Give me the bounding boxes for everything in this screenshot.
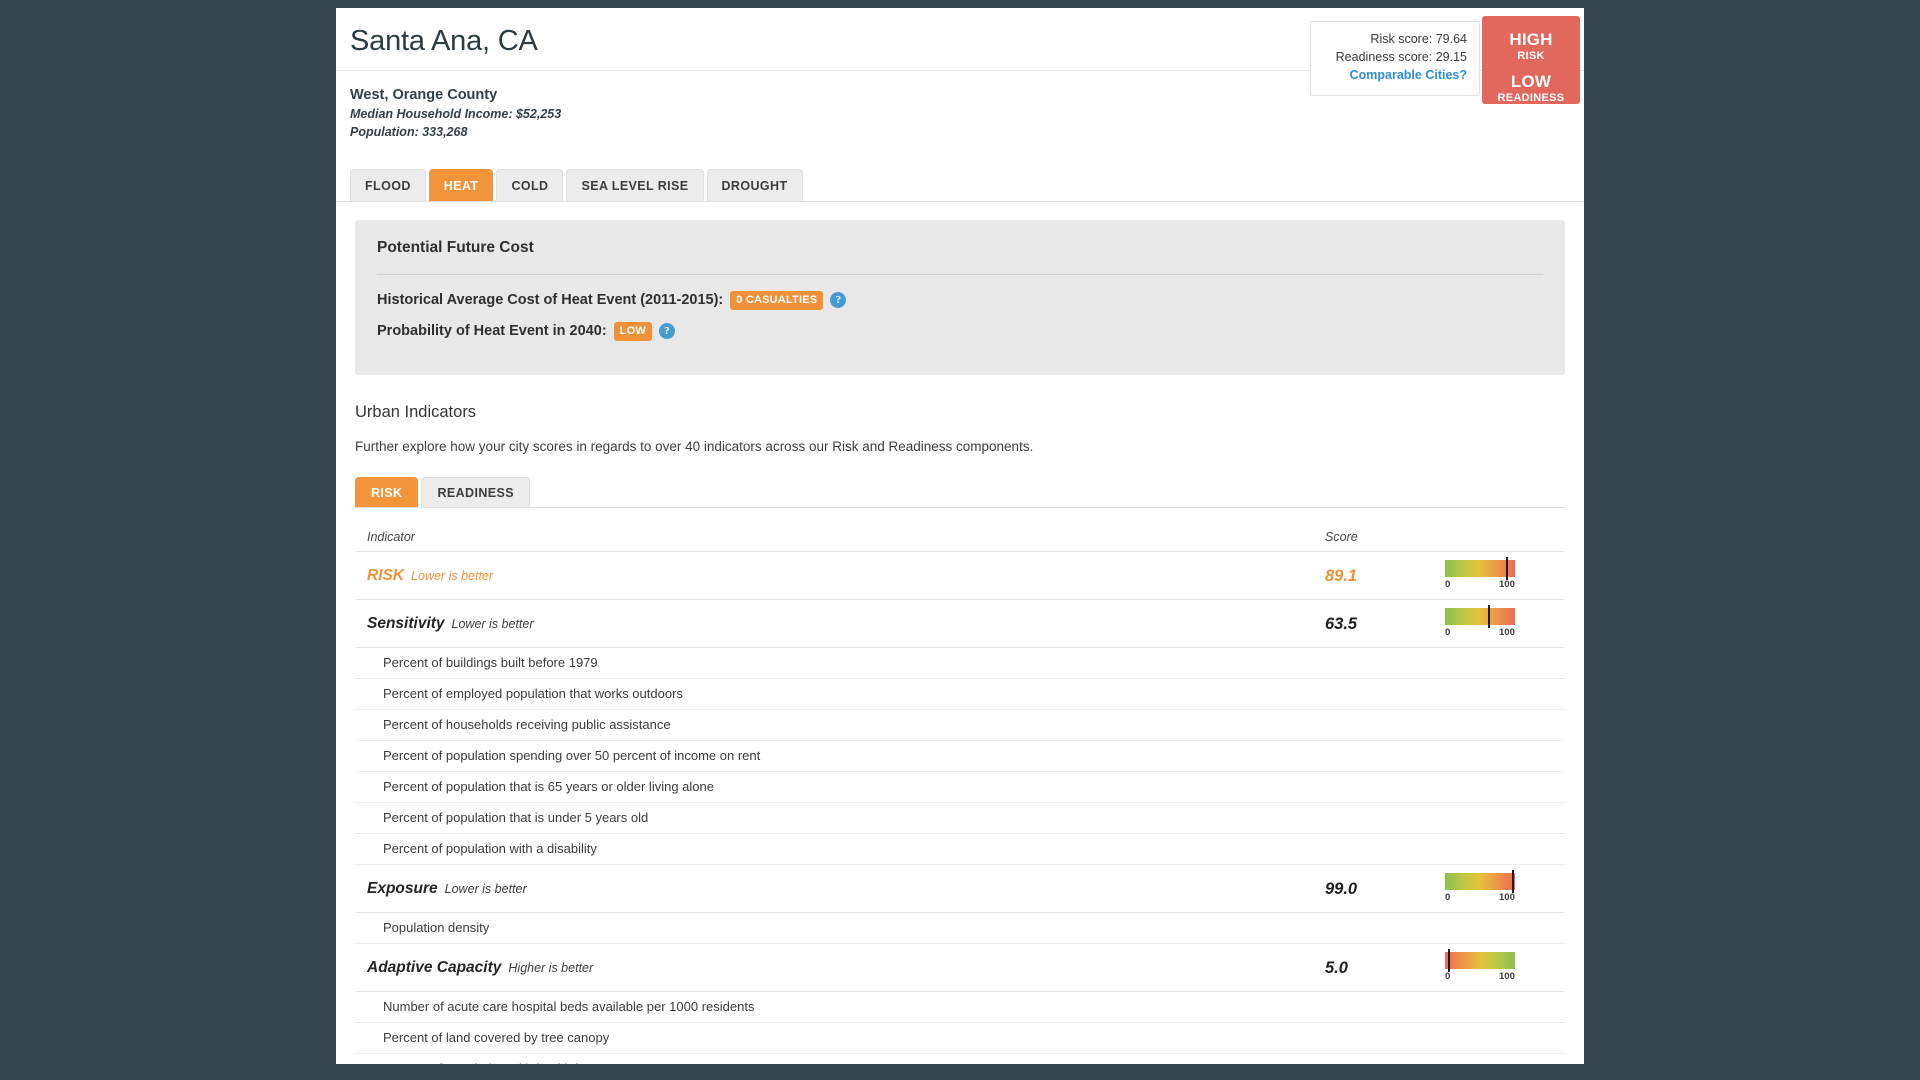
comparable-cities-link[interactable]: Comparable Cities? bbox=[1321, 66, 1467, 85]
sub-indicator-label: Percent of land covered by tree canopy bbox=[383, 1030, 610, 1045]
gauge-gradient-bar bbox=[1445, 559, 1515, 577]
hazard-tab-drought[interactable]: DROUGHT bbox=[706, 169, 803, 201]
sub-indicator-label: Percent of households receiving public a… bbox=[383, 717, 671, 732]
gauge-max-label: 100 bbox=[1499, 970, 1515, 982]
sub-indicator-label: Population density bbox=[383, 920, 490, 935]
historical-cost-row: Historical Average Cost of Heat Event (2… bbox=[377, 289, 1543, 311]
score-gauge: 0 100 bbox=[1445, 556, 1565, 592]
gauge-gradient-bar bbox=[1445, 607, 1515, 625]
hazard-tab-flood[interactable]: FLOOD bbox=[350, 169, 426, 201]
risk-readiness-badge: HIGH RISK LOW READINESS bbox=[1482, 16, 1580, 104]
column-header-score: Score bbox=[1325, 530, 1358, 544]
sub-indicator-label: Percent of population with health insura… bbox=[383, 1060, 632, 1064]
gauge-min-label: 0 bbox=[1445, 578, 1451, 590]
score-gauge: 0 100 bbox=[1445, 869, 1565, 905]
score-summary-card: Risk score: 79.64 Readiness score: 29.15… bbox=[1310, 21, 1480, 96]
city-population: Population: 333,268 bbox=[350, 125, 468, 139]
probability-row: Probability of Heat Event in 2040: LOW ? bbox=[377, 320, 1543, 342]
hazard-tabs: FLOOD HEAT COLD SEA LEVEL RISE DROUGHT bbox=[336, 169, 1584, 202]
sub-indicator-row[interactable]: Percent of employed population that work… bbox=[355, 679, 1565, 710]
column-header-indicator: Indicator bbox=[367, 530, 415, 544]
score-gauge: 0 100 bbox=[1445, 948, 1565, 984]
sub-indicator-label: Percent of buildings built before 1979 bbox=[383, 655, 598, 670]
sub-indicator-row[interactable]: Number of acute care hospital beds avail… bbox=[355, 992, 1565, 1023]
gauge-gradient-bar bbox=[1445, 872, 1515, 890]
indicator-table: Indicator Score RISK Lower is better 89.1 0… bbox=[355, 530, 1565, 1064]
indicator-name: Exposure bbox=[367, 879, 438, 897]
divider bbox=[377, 274, 1543, 275]
potential-future-cost-panel: Potential Future Cost Historical Average… bbox=[355, 220, 1565, 375]
indicator-row[interactable]: Adaptive Capacity Higher is better 5.0 0 100 bbox=[355, 944, 1565, 992]
city-profile-panel: Santa Ana, CA Risk score: 79.64 Readines… bbox=[336, 8, 1584, 1064]
gauge-min-label: 0 bbox=[1445, 626, 1451, 638]
sub-indicator-row[interactable]: Percent of population with health insura… bbox=[355, 1054, 1565, 1064]
indicator-component-tabs: RISK READINESS bbox=[355, 477, 1565, 508]
readiness-score-text: Readiness score: 29.15 bbox=[1335, 50, 1467, 64]
indicator-score-value: 89.1 bbox=[1325, 566, 1358, 585]
sub-indicator-label: Percent of population that is 65 years o… bbox=[383, 779, 714, 794]
indicator-name: RISK bbox=[367, 566, 405, 584]
help-icon[interactable]: ? bbox=[830, 292, 847, 308]
historical-cost-label: Historical Average Cost of Heat Event (2… bbox=[377, 292, 724, 308]
hazard-tab-sea-level-rise[interactable]: SEA LEVEL RISE bbox=[566, 169, 704, 201]
gauge-min-label: 0 bbox=[1445, 891, 1451, 903]
indicator-name: Adaptive Capacity bbox=[367, 958, 502, 976]
indicator-row[interactable]: Sensitivity Lower is better 63.5 0 100 bbox=[355, 600, 1565, 648]
component-tab-risk[interactable]: RISK bbox=[355, 477, 419, 507]
sub-indicator-label: Percent of population with a disability bbox=[383, 841, 597, 856]
help-icon[interactable]: ? bbox=[658, 323, 675, 339]
sub-indicator-row[interactable]: Percent of population that is 65 years o… bbox=[355, 772, 1565, 803]
gauge-value-marker bbox=[1448, 948, 1451, 972]
sub-indicator-row[interactable]: Percent of population with a disability bbox=[355, 834, 1565, 865]
sub-indicator-label: Percent of population that is under 5 ye… bbox=[383, 810, 649, 825]
indicator-direction-hint: Lower is better bbox=[444, 881, 527, 896]
gauge-gradient-bar bbox=[1445, 951, 1515, 969]
gauge-max-label: 100 bbox=[1499, 626, 1515, 638]
probability-badge: LOW bbox=[613, 321, 652, 341]
sub-indicator-row[interactable]: Population density bbox=[355, 913, 1565, 944]
gauge-max-label: 100 bbox=[1499, 578, 1515, 590]
indicator-score-value: 63.5 bbox=[1325, 614, 1358, 633]
score-gauge: 0 100 bbox=[1445, 604, 1565, 640]
component-tab-readiness[interactable]: READINESS bbox=[421, 477, 530, 507]
indicator-score-value: 5.0 bbox=[1325, 958, 1348, 977]
indicator-direction-hint: Lower is better bbox=[411, 568, 494, 583]
urban-indicators-title: Urban Indicators bbox=[355, 403, 477, 421]
indicator-direction-hint: Higher is better bbox=[508, 960, 594, 975]
sub-indicator-row[interactable]: Percent of population that is under 5 ye… bbox=[355, 803, 1565, 834]
sub-indicator-row[interactable]: Percent of land covered by tree canopy bbox=[355, 1023, 1565, 1054]
sub-indicator-row[interactable]: Percent of buildings built before 1979 bbox=[355, 648, 1565, 679]
urban-indicators-description: Further explore how your city scores in … bbox=[355, 439, 1034, 454]
indicator-table-header: Indicator Score bbox=[355, 530, 1565, 552]
indicator-direction-hint: Lower is better bbox=[451, 616, 534, 631]
indicator-row[interactable]: RISK Lower is better 89.1 0 100 bbox=[355, 552, 1565, 600]
gauge-min-label: 0 bbox=[1445, 970, 1451, 982]
risk-score-text: Risk score: 79.64 bbox=[1370, 32, 1467, 46]
sub-indicator-label: Number of acute care hospital beds avail… bbox=[383, 999, 755, 1014]
risk-level-label: RISK bbox=[1517, 50, 1545, 62]
future-cost-title: Potential Future Cost bbox=[377, 239, 534, 256]
sub-indicator-row[interactable]: Percent of population spending over 50 p… bbox=[355, 741, 1565, 772]
hazard-tab-heat[interactable]: HEAT bbox=[428, 169, 494, 201]
indicator-name: Sensitivity bbox=[367, 614, 445, 632]
sub-indicator-label: Percent of employed population that work… bbox=[383, 686, 683, 701]
gauge-value-marker bbox=[1488, 604, 1491, 628]
gauge-value-marker bbox=[1505, 556, 1508, 580]
readiness-level-label: READINESS bbox=[1497, 92, 1565, 104]
gauge-value-marker bbox=[1512, 869, 1515, 893]
historical-cost-badge: 0 CASUALTIES bbox=[730, 290, 824, 310]
sub-indicator-row[interactable]: Percent of households receiving public a… bbox=[355, 710, 1565, 741]
city-median-income: Median Household Income: $52,253 bbox=[350, 107, 562, 121]
hazard-tab-cold[interactable]: COLD bbox=[496, 169, 564, 201]
indicator-score-value: 99.0 bbox=[1325, 879, 1358, 898]
sub-indicator-label: Percent of population spending over 50 p… bbox=[383, 748, 761, 763]
urban-indicators-section: Urban Indicators Further explore how you… bbox=[355, 401, 1565, 1064]
probability-label: Probability of Heat Event in 2040: bbox=[377, 323, 607, 339]
gauge-max-label: 100 bbox=[1499, 891, 1515, 903]
risk-level-value: HIGH bbox=[1509, 30, 1553, 49]
indicator-row[interactable]: Exposure Lower is better 99.0 0 100 bbox=[355, 865, 1565, 913]
readiness-level-value: LOW bbox=[1510, 72, 1552, 91]
